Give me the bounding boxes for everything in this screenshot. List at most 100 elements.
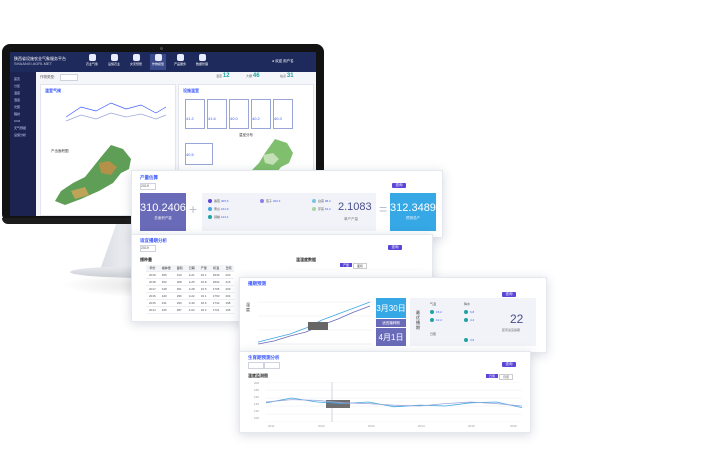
y-tick-label: 160 — [254, 395, 260, 399]
forecast-yield-value: 312.3489 — [390, 202, 436, 214]
growth-line-chart — [266, 382, 522, 422]
total-yield-value: 310.2406 — [140, 202, 186, 214]
region-select[interactable] — [248, 362, 264, 369]
sidebar-item[interactable]: CO2 — [10, 118, 36, 125]
crop-select[interactable] — [264, 362, 280, 369]
stat-value: 3.9 — [464, 338, 474, 343]
nav-item[interactable]: 农业气象 — [84, 54, 100, 70]
sowing-card-title: 适宜播期分析 — [140, 238, 167, 243]
nav-icon — [154, 54, 162, 61]
table-row[interactable]: 2018 452 308 3-25 19.8 1802 215 — [146, 278, 235, 286]
nav-item[interactable]: 数据管理 — [194, 54, 210, 70]
forecast-card-title: 播期预测 — [248, 281, 266, 286]
side-label: 最优播期 — [416, 310, 420, 330]
metric-box: 40.3 — [273, 99, 293, 129]
forecast-yield-label: 预测总产 — [406, 216, 420, 220]
legend-dot — [312, 207, 316, 212]
tab-monthly[interactable]: 月值 — [499, 374, 513, 380]
stat-label: 气温 — [430, 302, 437, 306]
camera-icon — [160, 47, 163, 50]
crop-item: 芹菜 64.2 — [312, 207, 331, 212]
sidebar-item[interactable]: 光照 — [10, 104, 36, 111]
tab-yield[interactable]: 产量 — [340, 263, 352, 267]
nav-item[interactable]: 灾害预警 — [128, 54, 144, 70]
metric-box: 40.5 — [185, 143, 213, 165]
stat-label: 日照 — [430, 332, 437, 336]
stat-value: 4.2 — [464, 318, 474, 323]
top-bar: 陕西省设施农业气象服务平台 SHAANXI AGRI-MET 农业气象 设施农业… — [10, 52, 316, 72]
days-value: 22 — [510, 312, 524, 326]
app-subtitle: SHAANXI AGRI-MET — [14, 61, 53, 66]
chart-title: 温湿度数据 — [296, 257, 316, 262]
sowing-date-1: 3月30日 — [376, 304, 406, 313]
crop-item: 白菜 98.2 — [312, 199, 331, 204]
x-tick-label: 2014 — [418, 424, 425, 428]
table-row[interactable]: 2019 465 310 3-21 20.1 1846 220 — [146, 271, 235, 279]
growth-card: 生育期预测分析 查询 温度监测图 日值 月值 200 180 160 140 1… — [239, 351, 531, 433]
user-avatar-icon: ● — [272, 59, 275, 63]
stat-value: 12.4 — [430, 318, 442, 323]
legend-dot — [260, 199, 264, 204]
query-button[interactable]: 查询 — [392, 183, 406, 188]
series-line — [266, 399, 522, 407]
forecast-card: 播期预测 查询 温度 3月30日 适宜播种期 4月1日 最优播期 气温 降水 日… — [239, 277, 547, 353]
chart-title: 温度监测图 — [248, 373, 268, 378]
crop-breakdown: 番茄 465.6 黄瓜 164.9 辣椒 123.4 茄子 200.4 白菜 9… — [202, 193, 376, 231]
crop-item: 黄瓜 164.9 — [208, 207, 228, 212]
sidebar-item[interactable]: 湿度 — [10, 97, 36, 104]
sidebar-item[interactable]: 温度 — [10, 90, 36, 97]
nav-item[interactable]: 设施农业 — [106, 54, 122, 70]
sidebar-item[interactable]: 分区 — [10, 83, 36, 90]
forecast-chart — [257, 301, 372, 345]
x-tick-label: 2013 — [368, 424, 375, 428]
days-label: 距离适宜播期 — [502, 328, 521, 332]
tab-daily[interactable]: 日值 — [486, 374, 498, 378]
metric-box: 40.2 — [251, 99, 271, 129]
crop-item: 番茄 465.6 — [208, 199, 228, 204]
panel-line-chart — [65, 102, 167, 122]
sidebar: 首页 分区 温度 湿度 光照 辐射 CO2 天气预报 设施分析 — [10, 72, 36, 216]
top-nav: 农业气象 设施农业 灾害预警 作物模型 产品服务 数据管理 — [84, 54, 210, 70]
year-select[interactable]: 2019 — [140, 183, 156, 190]
kpi-greenhouse: 温室 12 — [216, 73, 230, 79]
sowing-note: 适宜播种期 — [376, 319, 406, 327]
x-tick-label: 2015 — [468, 424, 475, 428]
right-panel-title: 设施温室 — [183, 88, 199, 93]
unit-yield-label: 单产产量 — [344, 217, 358, 221]
y-tick-label: 120 — [254, 409, 260, 413]
forecast-stats: 最优播期 气温 降水 日照 15.2 12.4 6.8 4.2 3.9 22 距… — [410, 298, 536, 346]
x-tick-label: 2016 — [510, 424, 517, 428]
total-yield-label: 总面积产量 — [154, 216, 172, 220]
query-button[interactable]: 查询 — [502, 362, 516, 367]
table-row[interactable]: 2017 448 301 3-28 19.5 1795 209 — [146, 285, 235, 293]
crop-item: 茄子 200.4 — [260, 199, 280, 204]
user-menu[interactable]: ● 欢迎 用户名 — [272, 59, 294, 64]
query-button[interactable]: 查询 — [502, 292, 516, 297]
sidebar-item[interactable]: 辐射 — [10, 111, 36, 118]
nav-item-active[interactable]: 作物模型 — [150, 54, 166, 70]
y-tick-label: 180 — [254, 388, 260, 392]
table-row[interactable]: 2016 440 296 3-22 19.1 1760 204 — [146, 292, 235, 300]
kpi-shed: 大棚 46 — [246, 73, 260, 79]
legend-dot — [312, 199, 316, 204]
nav-item[interactable]: 产品服务 — [172, 54, 188, 70]
metric-box: 40.0 — [229, 99, 249, 129]
query-button[interactable]: 查询 — [388, 245, 402, 250]
nav-icon — [176, 54, 184, 61]
y-axis-title: 温度 — [246, 302, 250, 312]
crop-item: 辣椒 123.4 — [208, 215, 228, 220]
year-select[interactable]: 2019 — [140, 245, 156, 252]
x-tick-label: 2011 — [268, 424, 275, 428]
sowing-date-box-2: 4月1日 — [376, 328, 406, 346]
table-row[interactable]: 2015 431 290 3-30 18.6 1732 198 — [146, 299, 235, 307]
table-row[interactable]: 2014 425 287 4-02 18.2 1701 195 — [146, 306, 235, 314]
sidebar-item[interactable]: 设施分析 — [10, 132, 36, 139]
crop-select[interactable] — [60, 74, 78, 81]
x-tick-label: 2012 — [318, 424, 325, 428]
metric-box: 41.2 — [185, 99, 205, 129]
sowing-date-2: 4月1日 — [378, 333, 404, 342]
sidebar-item[interactable]: 天气预报 — [10, 125, 36, 132]
nav-icon — [88, 54, 96, 61]
sidebar-item[interactable]: 首页 — [10, 76, 36, 83]
yield-card-title: 产量估算 — [140, 175, 158, 180]
